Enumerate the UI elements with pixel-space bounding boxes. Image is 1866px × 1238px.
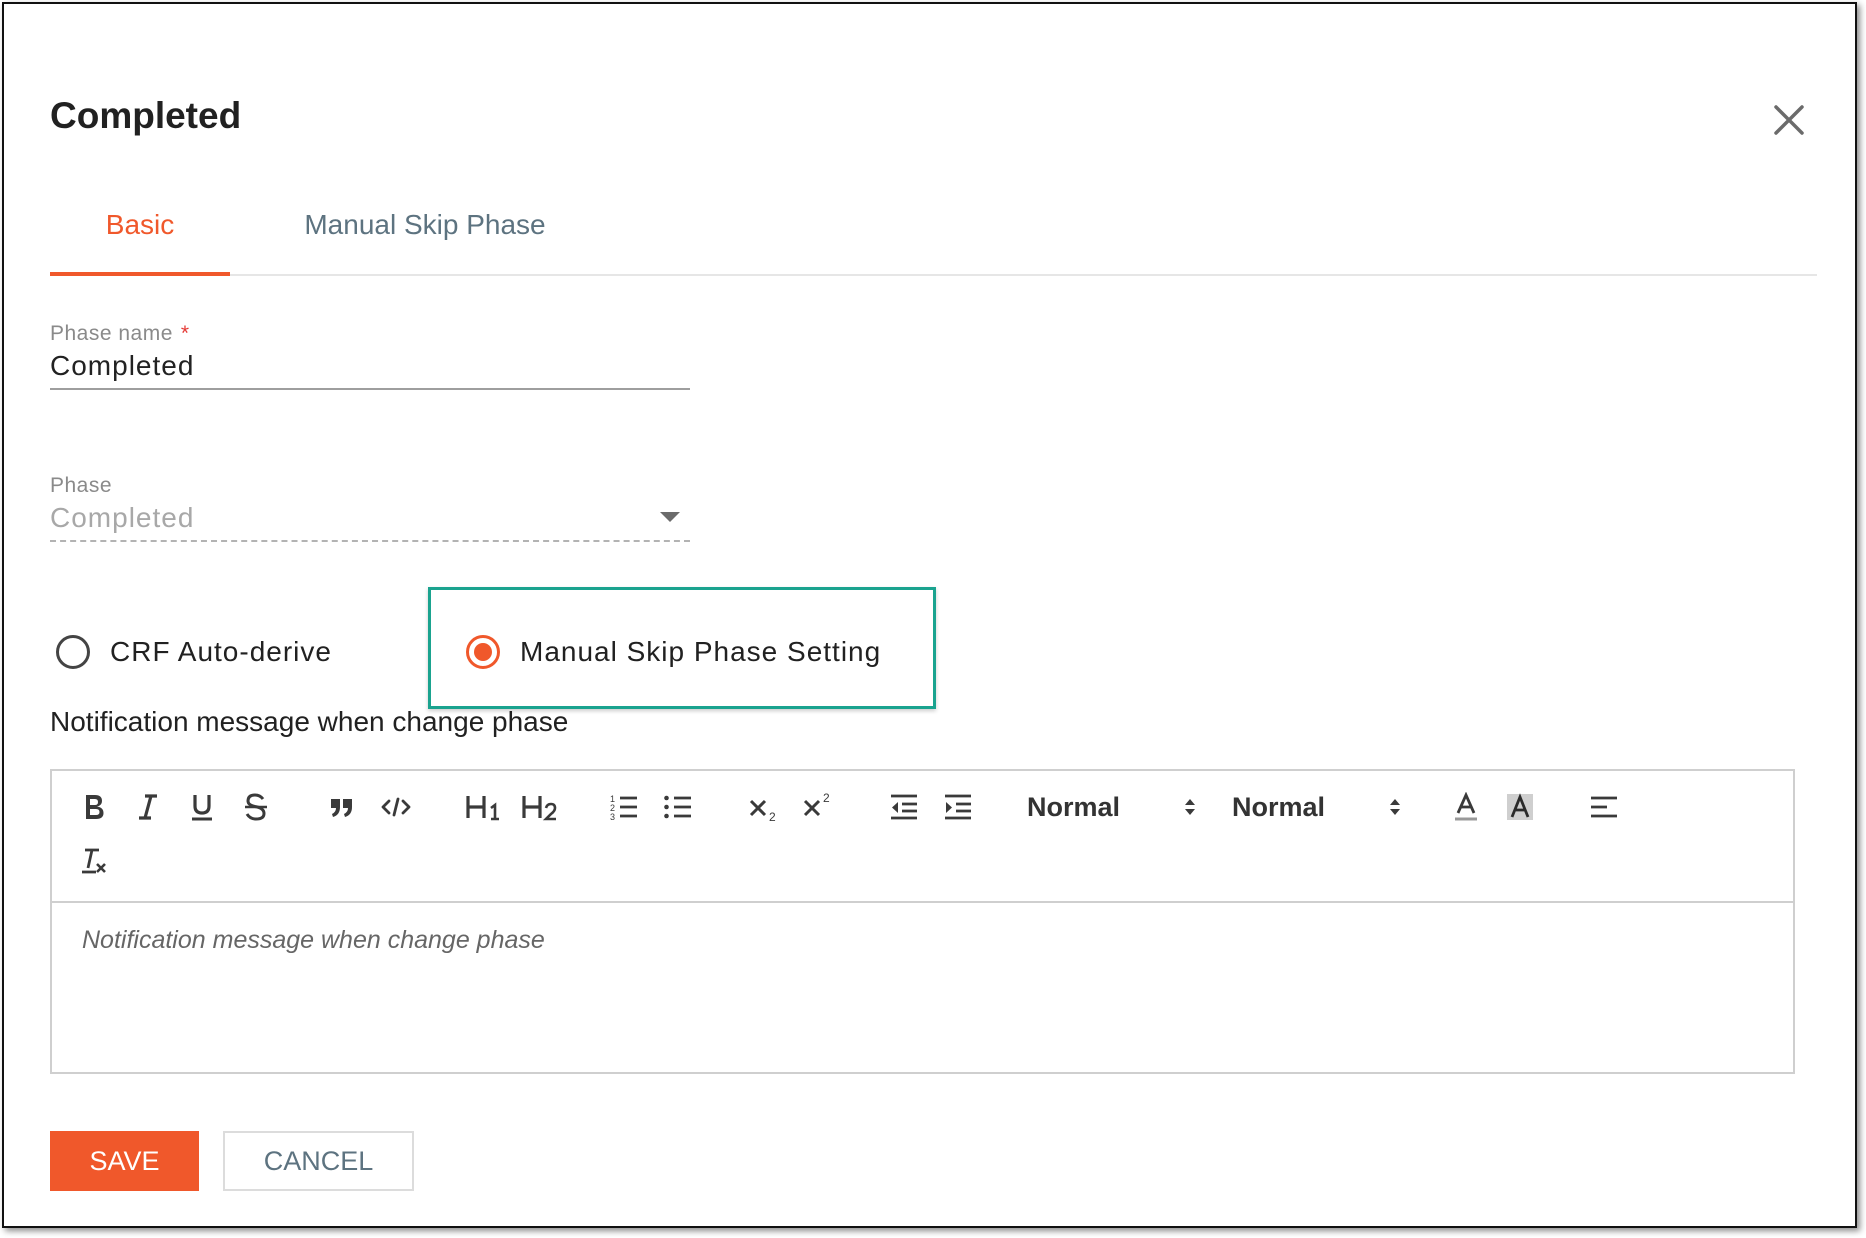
svg-text:2: 2 [769,810,776,822]
tab-manual-skip-phase-label: Manual Skip Phase [304,209,546,240]
indent-button[interactable] [936,783,980,831]
tab-basic[interactable]: Basic [50,194,230,276]
tab-manual-skip-phase[interactable]: Manual Skip Phase [275,194,575,274]
ordered-list-icon: 123 [610,794,637,822]
phase-select[interactable]: Completed [50,498,690,542]
tab-basic-label: Basic [105,209,175,240]
dialog-title: Completed [50,95,242,136]
heading2-button[interactable] [516,783,564,831]
cancel-button[interactable]: CANCEL [223,1131,414,1191]
underline-icon [192,795,212,821]
background-color-icon [1507,793,1533,820]
italic-button[interactable] [126,783,170,831]
heading1-icon [466,796,499,821]
header-select[interactable]: Normal [1232,783,1402,831]
required-mark: * [180,322,190,345]
font-color-icon [1455,792,1477,821]
align-button[interactable] [1582,783,1626,831]
editor-content[interactable]: Notification message when change phase [82,926,545,955]
select-arrows-icon [1185,799,1195,815]
dropdown-caret-icon [660,512,680,522]
clear-format-button[interactable] [72,837,116,885]
phase-name-label-text: Phase name [50,322,173,345]
superscript-button[interactable]: 2 [796,783,840,831]
heading1-button[interactable] [460,783,508,831]
close-icon [1774,105,1804,135]
svg-text:2: 2 [823,792,830,805]
code-button[interactable] [374,783,418,831]
bullet-list-button[interactable] [656,783,700,831]
tab-bar: Basic Manual Skip Phase [50,194,1817,276]
notification-label: Notification message when change phase [50,706,569,737]
italic-icon [139,794,157,820]
subscript-icon: 2 [749,799,776,822]
save-button[interactable]: SAVE [50,1131,199,1191]
radio-checked-icon [466,635,500,669]
ordered-list-button[interactable]: 123 [602,783,646,831]
radio-manual-skip-phase-setting[interactable]: Manual Skip Phase Setting [466,629,881,675]
close-button[interactable] [1766,97,1812,143]
blockquote-button[interactable] [320,783,364,831]
strikethrough-button[interactable] [234,783,278,831]
underline-button[interactable] [180,783,224,831]
radio-unchecked-icon [56,635,90,669]
subscript-button[interactable]: 2 [742,783,786,831]
phase-label: Phase [50,474,113,497]
phase-name-input[interactable] [50,346,690,390]
blockquote-icon [331,799,352,817]
outdent-icon [891,794,917,820]
code-icon [381,797,411,817]
phase-name-field: Phase name * [50,322,690,390]
bullet-list-icon [664,795,691,819]
svg-text:3: 3 [610,812,615,822]
select-arrows-icon [1390,799,1400,815]
superscript-icon: 2 [803,792,830,817]
editor-toolbar: 123 2 2 Normal Normal [52,771,1793,903]
radio-crf-auto-derive[interactable]: CRF Auto-derive [56,629,332,675]
font-color-button[interactable] [1444,783,1488,831]
background-color-button[interactable] [1498,783,1542,831]
bold-button[interactable] [72,783,116,831]
strikethrough-icon [245,793,267,821]
rich-text-editor: 123 2 2 Normal Normal Notification messa… [50,769,1795,1074]
heading2-icon [522,796,557,821]
phase-name-label: Phase name * [50,322,690,346]
font-size-value: Normal [1027,791,1121,822]
clear-format-icon [82,848,106,874]
align-icon [1591,796,1617,818]
header-value: Normal [1232,791,1326,822]
dialog: Completed Basic Manual Skip Phase Phase … [2,2,1857,1228]
phase-field: Phase Completed [50,474,690,542]
indent-icon [945,794,971,820]
outdent-button[interactable] [882,783,926,831]
bold-icon [86,795,104,819]
radio-crf-auto-derive-label: CRF Auto-derive [110,636,332,667]
font-size-select[interactable]: Normal [1027,783,1197,831]
radio-manual-skip-phase-setting-label: Manual Skip Phase Setting [520,636,882,667]
